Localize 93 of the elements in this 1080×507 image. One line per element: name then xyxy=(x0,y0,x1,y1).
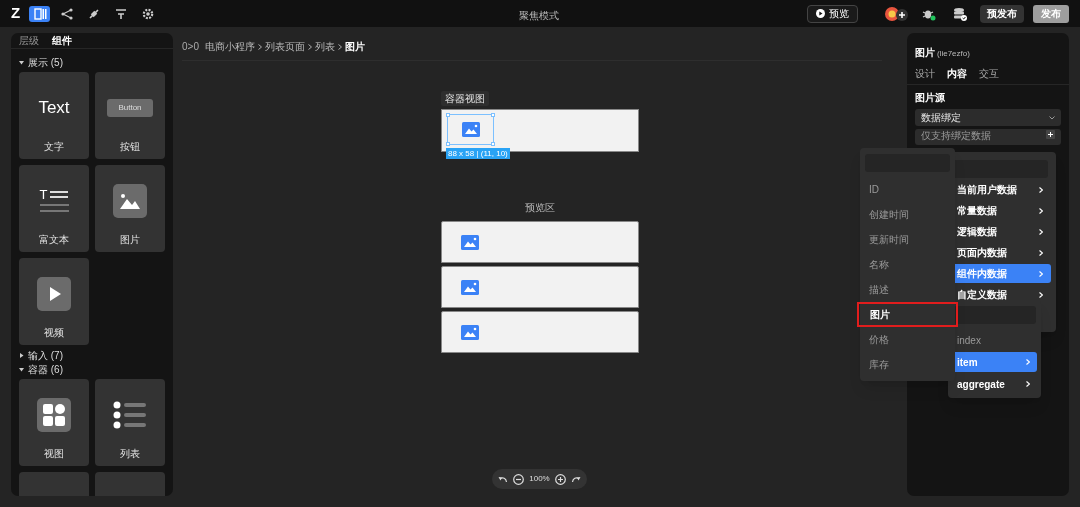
component-card[interactable]: 视频 xyxy=(19,258,89,345)
text-sample: Text xyxy=(38,96,70,119)
chevron-down-icon xyxy=(1049,115,1055,120)
caret-icon xyxy=(19,353,24,358)
chevron-icon xyxy=(257,43,262,50)
menu-item[interactable]: aggregate xyxy=(948,374,1037,394)
chevron-icon xyxy=(1039,270,1043,277)
resize-handle[interactable] xyxy=(491,142,495,146)
breadcrumb-item[interactable]: 列表页面 xyxy=(264,39,305,54)
image-icon xyxy=(461,122,480,137)
breadcrumb-item[interactable]: 图片 xyxy=(344,39,365,54)
panel-tab[interactable]: 交互 xyxy=(979,66,999,81)
card-label: 图片 xyxy=(120,233,140,247)
undo-icon[interactable] xyxy=(498,475,509,483)
avatar-add-icon[interactable] xyxy=(885,5,909,22)
preview-label: 预览区 xyxy=(525,201,555,215)
size-label: 88 x 58 | (11, 10) xyxy=(446,148,510,159)
source-dropdown[interactable]: 数据绑定 xyxy=(915,109,1061,126)
play-icon xyxy=(816,9,825,18)
chevron-icon xyxy=(1039,291,1043,298)
settings-icon xyxy=(140,6,155,21)
panel-tab[interactable]: 内容 xyxy=(947,66,967,81)
card-label: 视图 xyxy=(44,447,64,461)
card-label: 富文本 xyxy=(39,233,69,247)
button-sample: Button xyxy=(107,98,153,117)
binding-field[interactable]: 仅支持绑定数据 xyxy=(915,129,1061,145)
breadcrumb-item[interactable]: 电商小程序 xyxy=(204,39,255,54)
breadcrumb-item[interactable]: 列表 xyxy=(314,39,335,54)
chevron-icon xyxy=(1039,207,1043,214)
image-icon xyxy=(113,183,147,218)
resize-handle[interactable] xyxy=(491,113,495,117)
breadcrumb-prefix: 0>0 xyxy=(182,40,199,54)
panel-tab[interactable]: 设计 xyxy=(915,66,935,81)
group-header[interactable]: 容器 (6) xyxy=(19,363,165,376)
logo: Z xyxy=(11,3,21,24)
chevron-icon xyxy=(1039,186,1043,193)
component-card[interactable]: Button 按钮 xyxy=(95,72,165,159)
tree-icon xyxy=(59,6,74,21)
redo-icon[interactable] xyxy=(570,475,581,483)
chevron-icon xyxy=(1039,228,1043,235)
image-icon xyxy=(461,234,479,250)
rich-text-sample: T xyxy=(39,188,69,213)
menu-item[interactable]: 更新时间 xyxy=(860,227,955,252)
caret-icon xyxy=(19,367,24,372)
zoom-in-icon[interactable] xyxy=(554,473,566,485)
grid-icon xyxy=(37,397,71,432)
component-id: (lie7ezfo) xyxy=(937,48,970,60)
zoom-value: 100% xyxy=(529,473,550,485)
panel-tab[interactable]: 组件 xyxy=(52,33,72,48)
menu-item[interactable]: 图片 xyxy=(857,302,958,327)
toolbar-button[interactable] xyxy=(29,5,51,22)
play-icon xyxy=(37,276,71,311)
component-card[interactable]: 列表 xyxy=(95,379,165,466)
resize-handle[interactable] xyxy=(446,113,450,117)
list-icon xyxy=(113,400,147,429)
image-icon xyxy=(461,279,479,295)
search-field[interactable] xyxy=(954,306,1036,324)
prerelease-button[interactable]: 预发布 xyxy=(980,4,1024,23)
chevron-icon xyxy=(1026,359,1030,365)
card-label: 列表 xyxy=(120,447,140,461)
component-card[interactable]: 视图 xyxy=(19,379,89,466)
selection-frame[interactable] xyxy=(447,114,494,145)
zoom-out-icon[interactable] xyxy=(513,473,525,485)
chevron-icon xyxy=(1026,381,1030,387)
preview-button[interactable]: 预览 xyxy=(807,4,858,23)
filter-icon xyxy=(113,6,128,21)
group-header[interactable]: 展示 (5) xyxy=(19,56,165,69)
menu-item[interactable]: ID xyxy=(860,177,955,202)
mode-title: 聚焦模式 xyxy=(519,9,559,23)
card-label: 文字 xyxy=(44,140,64,154)
menu-item[interactable]: 价格 xyxy=(860,327,955,352)
card-label: 视频 xyxy=(44,326,64,340)
section-title: 图片源 xyxy=(914,91,946,105)
component-card[interactable]: T 富文本 xyxy=(19,165,89,252)
lines-icon xyxy=(39,204,69,213)
page-icon xyxy=(32,6,47,21)
chevron-icon xyxy=(307,43,312,50)
container-label: 容器视图 xyxy=(441,91,489,106)
chevron-icon xyxy=(337,43,342,50)
image-icon xyxy=(461,324,479,340)
menu-item[interactable]: 创建时间 xyxy=(860,202,955,227)
group-header[interactable]: 输入 (7) xyxy=(19,349,165,362)
plus-icon xyxy=(1046,130,1055,139)
lines-icon xyxy=(50,189,69,200)
component-card[interactable]: Text 文字 xyxy=(19,72,89,159)
card-label: 按钮 xyxy=(120,140,140,154)
caret-icon xyxy=(19,60,24,65)
panel-tab[interactable]: 层级 xyxy=(19,33,39,48)
database-icon[interactable] xyxy=(953,6,967,21)
component-card[interactable]: 图片 xyxy=(95,165,165,252)
panel-title: 图片 xyxy=(915,46,935,60)
resize-handle[interactable] xyxy=(446,142,450,146)
chevron-icon xyxy=(1039,249,1043,256)
